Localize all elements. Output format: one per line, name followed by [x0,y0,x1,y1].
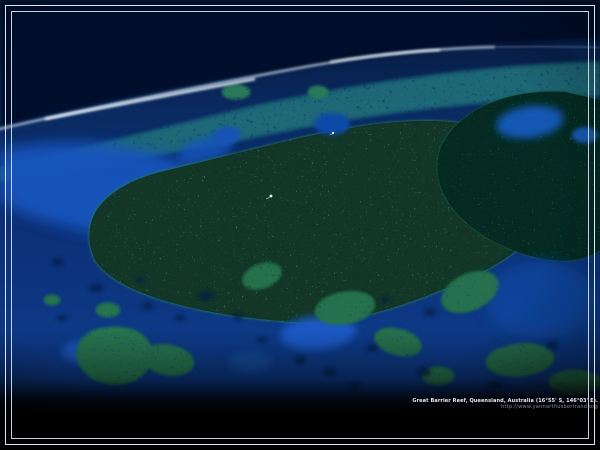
photo-caption: Great Barrier Reef, Queensland, Australi… [412,398,598,411]
reef-aerial-photo [0,0,600,450]
wallpaper: Great Barrier Reef, Queensland, Australi… [0,0,600,450]
bottom-fade [0,330,600,450]
caption-location-text: Great Barrier Reef, Queensland, Australi… [412,398,598,404]
caption-url-text: http://www.yannarthusbertrand.org [412,404,598,410]
